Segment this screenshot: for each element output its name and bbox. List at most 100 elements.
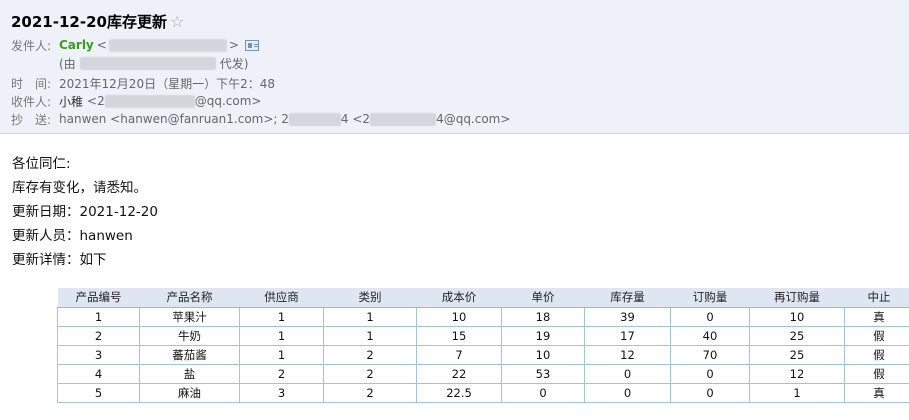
table-cell: 0: [670, 363, 750, 384]
cc-row: 抄 送: hanwen <hanwen@fanruan1.com>; 2 4 <…: [11, 110, 510, 128]
table-row: 4 盐 2 2 22 53 0 0 12 假: [57, 363, 909, 384]
table-cell: 1: [239, 325, 324, 346]
time-value: 2021年12月20日（星期一）下午2：48: [59, 76, 275, 91]
from-label: 发件人:: [11, 38, 52, 53]
col-header-stock: 库存量: [584, 288, 671, 308]
table-row: 3 蕃茄酱 1 2 7 10 12 70 25 假: [57, 344, 909, 365]
table-cell: 0: [584, 382, 671, 403]
table-cell: 22.5: [416, 382, 502, 403]
table-cell: 2: [239, 363, 324, 384]
sender-addr-close: >: [228, 38, 239, 52]
table-row: 2 牛奶 1 1 15 19 17 40 25 假: [57, 325, 909, 346]
time-label: 时 间:: [11, 76, 52, 91]
update-date-line: 更新日期：2021-12-20: [12, 204, 158, 220]
table-cell: 25: [749, 344, 845, 365]
table-cell: 1: [323, 325, 417, 346]
table-cell: 0: [501, 382, 585, 403]
email-header: 2021-12-20库存更新 ☆ 发件人: Carly < > (由 代发) 时…: [0, 0, 909, 134]
table-cell: 12: [584, 344, 671, 365]
table-header-row: 产品编号 产品名称 供应商 类别 成本价 单价 库存量 订购量 再订购量 中止: [57, 288, 909, 308]
table-cell: 2: [323, 363, 417, 384]
table-cell: 1: [323, 306, 417, 327]
cc-last: 4@qq.com>: [436, 112, 511, 126]
to-row: 收件人: 小稚 <2 @qq.com>: [11, 92, 261, 110]
table-cell: 39: [584, 306, 671, 327]
col-header-product-id: 产品编号: [57, 288, 140, 308]
table-cell: 0: [670, 382, 750, 403]
cc-address-redacted-2: [370, 112, 437, 126]
table-cell: 麻油: [139, 382, 240, 403]
subject-text: 2021-12-20库存更新: [11, 12, 167, 31]
notice-line: 库存有变化，请悉知。: [12, 180, 147, 196]
table-cell: 3: [57, 344, 140, 365]
table-cell: 53: [501, 363, 585, 384]
from-row: 发件人: Carly < >: [11, 36, 259, 54]
table-cell: 25: [749, 325, 845, 346]
table-cell: 40: [670, 325, 750, 346]
table-cell: 2: [57, 325, 140, 346]
table-cell: 真: [844, 382, 909, 403]
email-subject: 2021-12-20库存更新 ☆: [11, 10, 184, 32]
sender-address-redacted: [108, 38, 227, 52]
star-icon[interactable]: ☆: [170, 12, 184, 31]
table-cell: 牛奶: [139, 325, 240, 346]
table-cell: 2: [323, 344, 417, 365]
cc-first[interactable]: hanwen <hanwen@fanruan1.com>; 2: [59, 112, 289, 126]
cc-label: 抄 送:: [11, 112, 52, 127]
col-header-supplier: 供应商: [239, 288, 324, 308]
col-header-product-name: 产品名称: [139, 288, 240, 308]
recipient-addr-suffix: @qq.com>: [194, 94, 262, 108]
table-cell: 22: [416, 363, 502, 384]
table-cell: 盐: [139, 363, 240, 384]
table-cell: 12: [749, 363, 845, 384]
recipient-name[interactable]: 小稚: [59, 93, 83, 110]
col-header-reorder: 再订购量: [749, 288, 845, 308]
table-cell: 0: [670, 306, 750, 327]
col-header-ordered: 订购量: [670, 288, 750, 308]
table-cell: 18: [501, 306, 585, 327]
table-cell: 4: [57, 363, 140, 384]
via-prefix: (由: [59, 56, 76, 71]
table-cell: 7: [416, 344, 502, 365]
recipient-address-redacted: [104, 94, 195, 108]
via-address-redacted: [79, 56, 216, 70]
inventory-table: 产品编号 产品名称 供应商 类别 成本价 单价 库存量 订购量 再订购量 中止 …: [57, 288, 909, 403]
table-cell: 0: [584, 363, 671, 384]
table-cell: 10: [416, 306, 502, 327]
table-cell: 3: [239, 382, 324, 403]
table-cell: 19: [501, 325, 585, 346]
update-detail-line: 更新详情：如下: [12, 252, 107, 268]
table-cell: 1: [239, 344, 324, 365]
cc-mid[interactable]: 4 <2: [341, 112, 370, 126]
time-row: 时 间: 2021年12月20日（星期一）下午2：48: [11, 74, 275, 92]
table-cell: 假: [844, 325, 909, 346]
table-cell: 5: [57, 382, 140, 403]
update-person-line: 更新人员：hanwen: [12, 228, 133, 244]
table-row: 5 麻油 3 2 22.5 0 0 0 1 真: [57, 382, 909, 403]
table-cell: 真: [844, 306, 909, 327]
col-header-price: 单价: [501, 288, 585, 308]
table-cell: 1: [239, 306, 324, 327]
table-cell: 17: [584, 325, 671, 346]
greeting: 各位同仁:: [12, 156, 71, 172]
table-cell: 假: [844, 363, 909, 384]
recipient-addr-prefix: <2: [87, 94, 105, 108]
table-cell: 70: [670, 344, 750, 365]
table-cell: 蕃茄酱: [139, 344, 240, 365]
table-cell: 假: [844, 344, 909, 365]
sender-name[interactable]: Carly: [59, 38, 94, 52]
table-cell: 10: [501, 344, 585, 365]
col-header-cost: 成本价: [416, 288, 502, 308]
table-cell: 1: [57, 306, 140, 327]
col-header-category: 类别: [323, 288, 417, 308]
sender-addr-open: <: [96, 38, 107, 52]
contact-card-icon[interactable]: [244, 39, 259, 51]
table-cell: 2: [323, 382, 417, 403]
via-suffix: 代发): [219, 56, 249, 71]
via-row: (由 代发): [59, 54, 248, 72]
table-row: 1 苹果汁 1 1 10 18 39 0 10 真: [57, 306, 909, 327]
cc-address-redacted-1: [288, 112, 341, 126]
to-label: 收件人:: [11, 94, 52, 109]
table-cell: 1: [749, 382, 845, 403]
table-cell: 10: [749, 306, 845, 327]
